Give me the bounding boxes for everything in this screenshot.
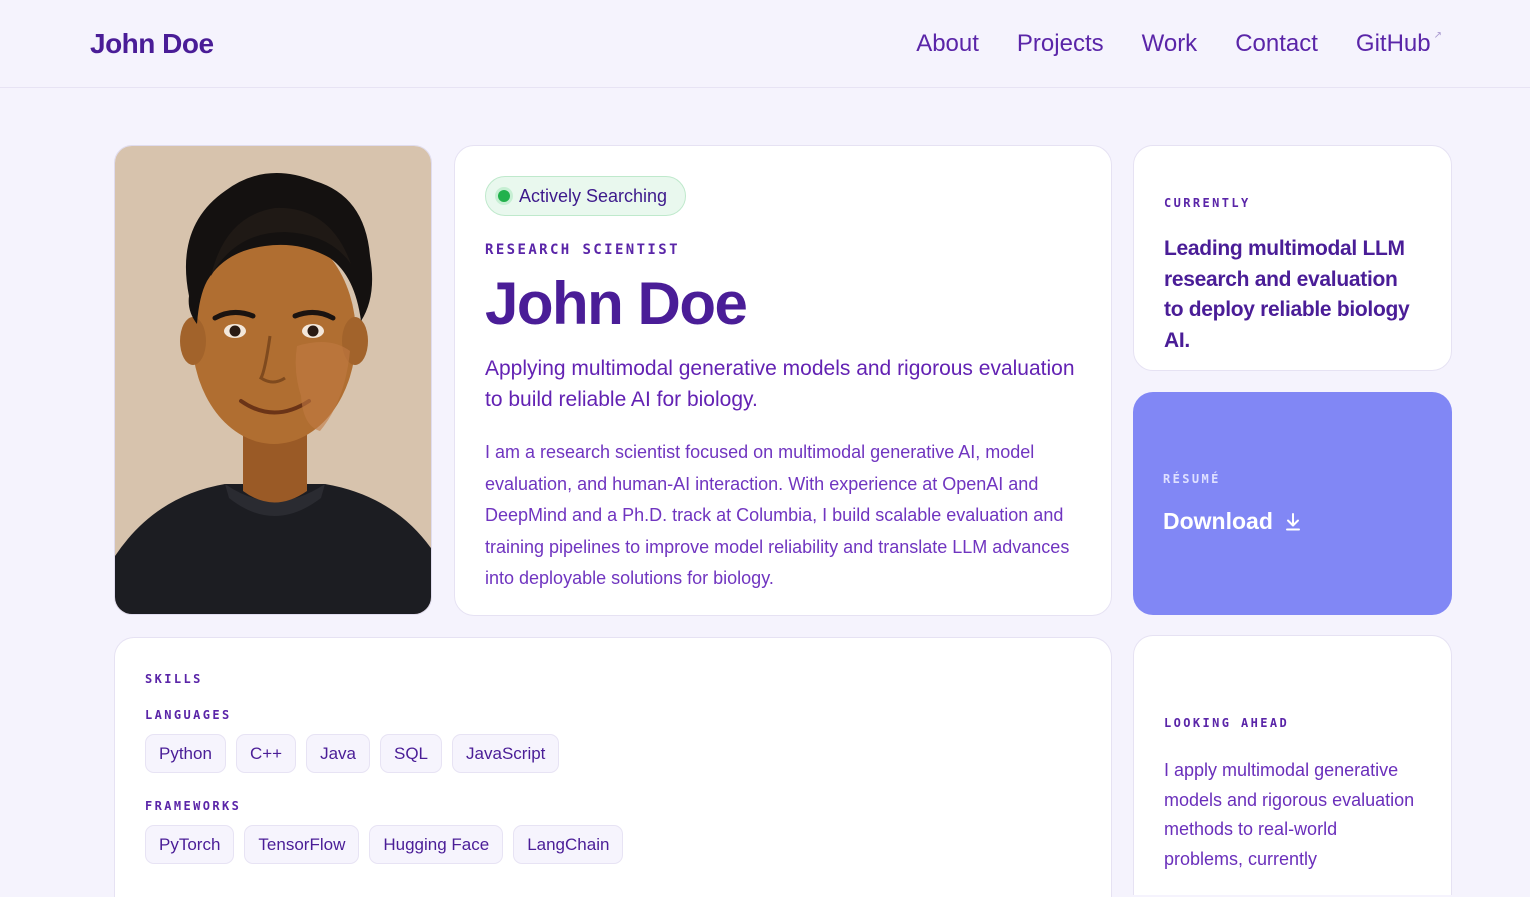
languages-label: LANGUAGES (145, 708, 232, 722)
skills-card: SKILLS LANGUAGES Python C++ Java SQL Jav… (114, 637, 1112, 897)
skill-chip-hugging-face: Hugging Face (369, 825, 504, 864)
frameworks-label: FRAMEWORKS (145, 799, 242, 813)
tagline: Applying multimodal generative models an… (485, 357, 1075, 411)
bio-paragraph: I am a research scientist focused on mul… (485, 442, 1070, 588)
skill-chip-langchain: LangChain (513, 825, 624, 864)
top-navigation-bar: John Doe About Projects Work Contact Git… (0, 0, 1530, 88)
download-resume-button[interactable]: Download (1163, 508, 1422, 535)
looking-ahead-text: I apply multimodal generative models and… (1164, 760, 1415, 869)
skill-chip-cpp: C++ (235, 734, 297, 773)
profile-portrait (114, 145, 432, 615)
frameworks-chip-list: PyTorch TensorFlow Hugging Face LangChai… (145, 825, 1081, 864)
languages-chip-list: Python C++ Java SQL JavaScript (145, 734, 1081, 773)
currently-card: CURRENTLY Leading multimodal LLM researc… (1133, 145, 1452, 371)
download-label: Download (1163, 508, 1273, 534)
external-link-icon: ↗ (1433, 29, 1442, 41)
hero-card: Actively Searching RESEARCH SCIENTIST Jo… (454, 145, 1112, 616)
looking-ahead-label: LOOKING AHEAD (1164, 716, 1290, 730)
nav-link-github-label: GitHub (1355, 29, 1431, 57)
currently-text: Leading multimodal LLM research and eval… (1164, 237, 1410, 352)
resume-card[interactable]: RÉSUMÉ Download (1133, 392, 1452, 615)
looking-ahead-card: LOOKING AHEAD I apply multimodal generat… (1133, 635, 1452, 895)
currently-label: CURRENTLY (1164, 196, 1251, 210)
role-label: RESEARCH SCIENTIST (485, 242, 680, 258)
status-badge: Actively Searching (485, 176, 687, 216)
nav-link-about[interactable]: About (916, 30, 979, 58)
status-badge-label: Actively Searching (519, 185, 668, 206)
skill-chip-python: Python (145, 734, 226, 773)
status-dot-icon (498, 190, 510, 202)
skill-chip-sql: SQL (380, 734, 443, 773)
skill-chip-java: Java (306, 734, 370, 773)
skills-label: SKILLS (145, 672, 203, 686)
brand-logo[interactable]: John Doe (90, 28, 214, 60)
nav-link-work[interactable]: Work (1142, 30, 1198, 58)
download-icon (1285, 512, 1300, 530)
skill-chip-tensorflow: TensorFlow (244, 825, 360, 864)
main-nav: About Projects Work Contact GitHub ↗ (916, 30, 1442, 58)
skill-chip-pytorch: PyTorch (145, 825, 235, 864)
nav-link-projects[interactable]: Projects (1017, 30, 1104, 58)
nav-link-github[interactable]: GitHub ↗ (1356, 30, 1442, 58)
skill-chip-javascript: JavaScript (452, 734, 560, 773)
resume-label: RÉSUMÉ (1163, 472, 1221, 486)
page-title: John Doe (485, 270, 748, 337)
nav-link-contact[interactable]: Contact (1235, 30, 1318, 58)
